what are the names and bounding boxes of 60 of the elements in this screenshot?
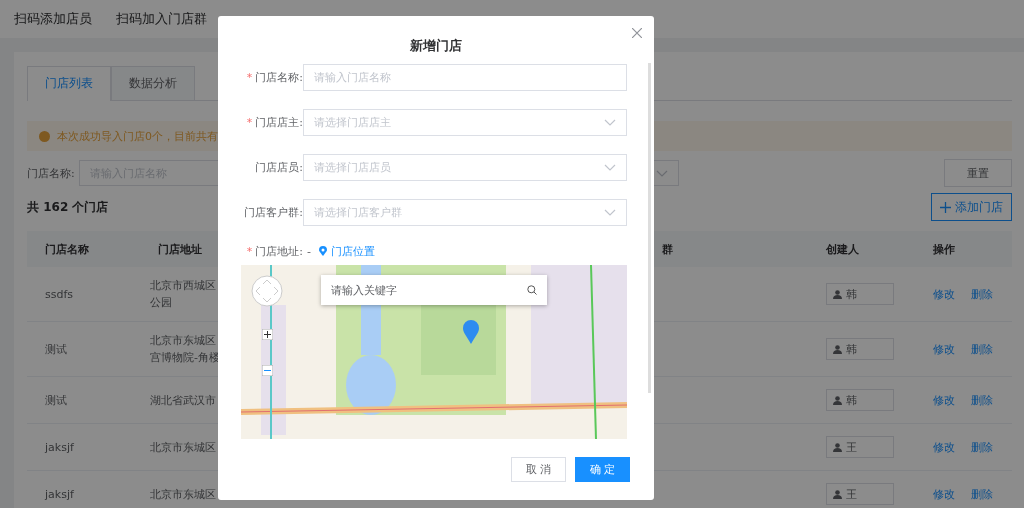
location-pin-icon xyxy=(319,246,327,256)
confirm-button[interactable]: 确 定 xyxy=(575,457,630,482)
action-link[interactable]: 删除 xyxy=(971,485,993,503)
column-header: 创建人 xyxy=(808,231,915,267)
tab[interactable]: 数据分析 xyxy=(111,66,195,100)
tab[interactable]: 门店列表 xyxy=(27,66,111,101)
reset-button[interactable]: 重置 xyxy=(944,159,1012,187)
action-link[interactable]: 删除 xyxy=(971,391,993,409)
alert-text: 本次成功导入门店0个，目前共有 xyxy=(57,128,218,144)
chevron-down-icon xyxy=(604,208,616,216)
field-label: * 门店名称: xyxy=(245,69,303,85)
location-link[interactable]: 门店位置 xyxy=(319,243,375,259)
action-link[interactable]: 删除 xyxy=(971,438,993,456)
chevron-down-icon xyxy=(656,169,668,177)
action-link[interactable]: 修改 xyxy=(933,485,955,503)
table-cell: jaksjf xyxy=(27,424,140,471)
table-cell: 测试 xyxy=(27,322,140,377)
action-link[interactable]: 修改 xyxy=(933,391,955,409)
zoom-out-icon[interactable] xyxy=(262,365,273,376)
table-cell: ssdfs xyxy=(27,267,140,322)
store-count: 共 162 个门店 xyxy=(27,198,109,216)
filter-label: 门店名称: xyxy=(27,165,76,181)
creator-tag: 韩 xyxy=(826,389,894,411)
action-link[interactable]: 修改 xyxy=(933,340,955,358)
field-label: * 门店地址: xyxy=(245,243,303,259)
creator-tag: 韩 xyxy=(826,338,894,360)
person-icon xyxy=(833,344,842,354)
map-pin-icon xyxy=(463,320,479,344)
cancel-button[interactable]: 取 消 xyxy=(511,457,566,482)
search-icon xyxy=(527,285,537,295)
action-link[interactable]: 删除 xyxy=(971,340,993,358)
creator-tag: 王 xyxy=(826,436,894,458)
table-cell: jaksjf xyxy=(27,471,140,508)
close-icon[interactable] xyxy=(632,28,642,38)
person-icon xyxy=(833,489,842,499)
chevron-down-icon xyxy=(604,118,616,126)
person-icon xyxy=(833,395,842,405)
plus-icon xyxy=(940,201,951,213)
nav-link[interactable]: 扫码添加店员 xyxy=(14,10,92,28)
address-value: - xyxy=(307,244,311,258)
map-search-field[interactable]: 请输入关键字 xyxy=(321,275,547,305)
add-store-button[interactable]: 添加门店 xyxy=(931,193,1012,221)
column-header: 门店名称 xyxy=(27,231,140,267)
field-label: 门店客户群: xyxy=(243,204,303,220)
zoom-in-icon[interactable] xyxy=(262,329,273,340)
action-link[interactable]: 删除 xyxy=(971,285,993,303)
action-link[interactable]: 修改 xyxy=(933,438,955,456)
table-cell: 测试 xyxy=(27,377,140,424)
person-icon xyxy=(833,289,842,299)
person-icon xyxy=(833,442,842,452)
chevron-down-icon xyxy=(604,163,616,171)
creator-tag: 韩 xyxy=(826,283,894,305)
field-label: * 门店店主: xyxy=(245,114,303,130)
action-link[interactable]: 修改 xyxy=(933,285,955,303)
dialog-title: 新增门店 xyxy=(410,37,462,55)
creator-tag: 王 xyxy=(826,483,894,505)
warning-icon xyxy=(39,130,50,142)
nav-link[interactable]: 扫码加入门店群 xyxy=(116,10,207,28)
field-label: 门店店员: xyxy=(254,159,303,175)
column-header: 操作 xyxy=(915,231,1012,267)
